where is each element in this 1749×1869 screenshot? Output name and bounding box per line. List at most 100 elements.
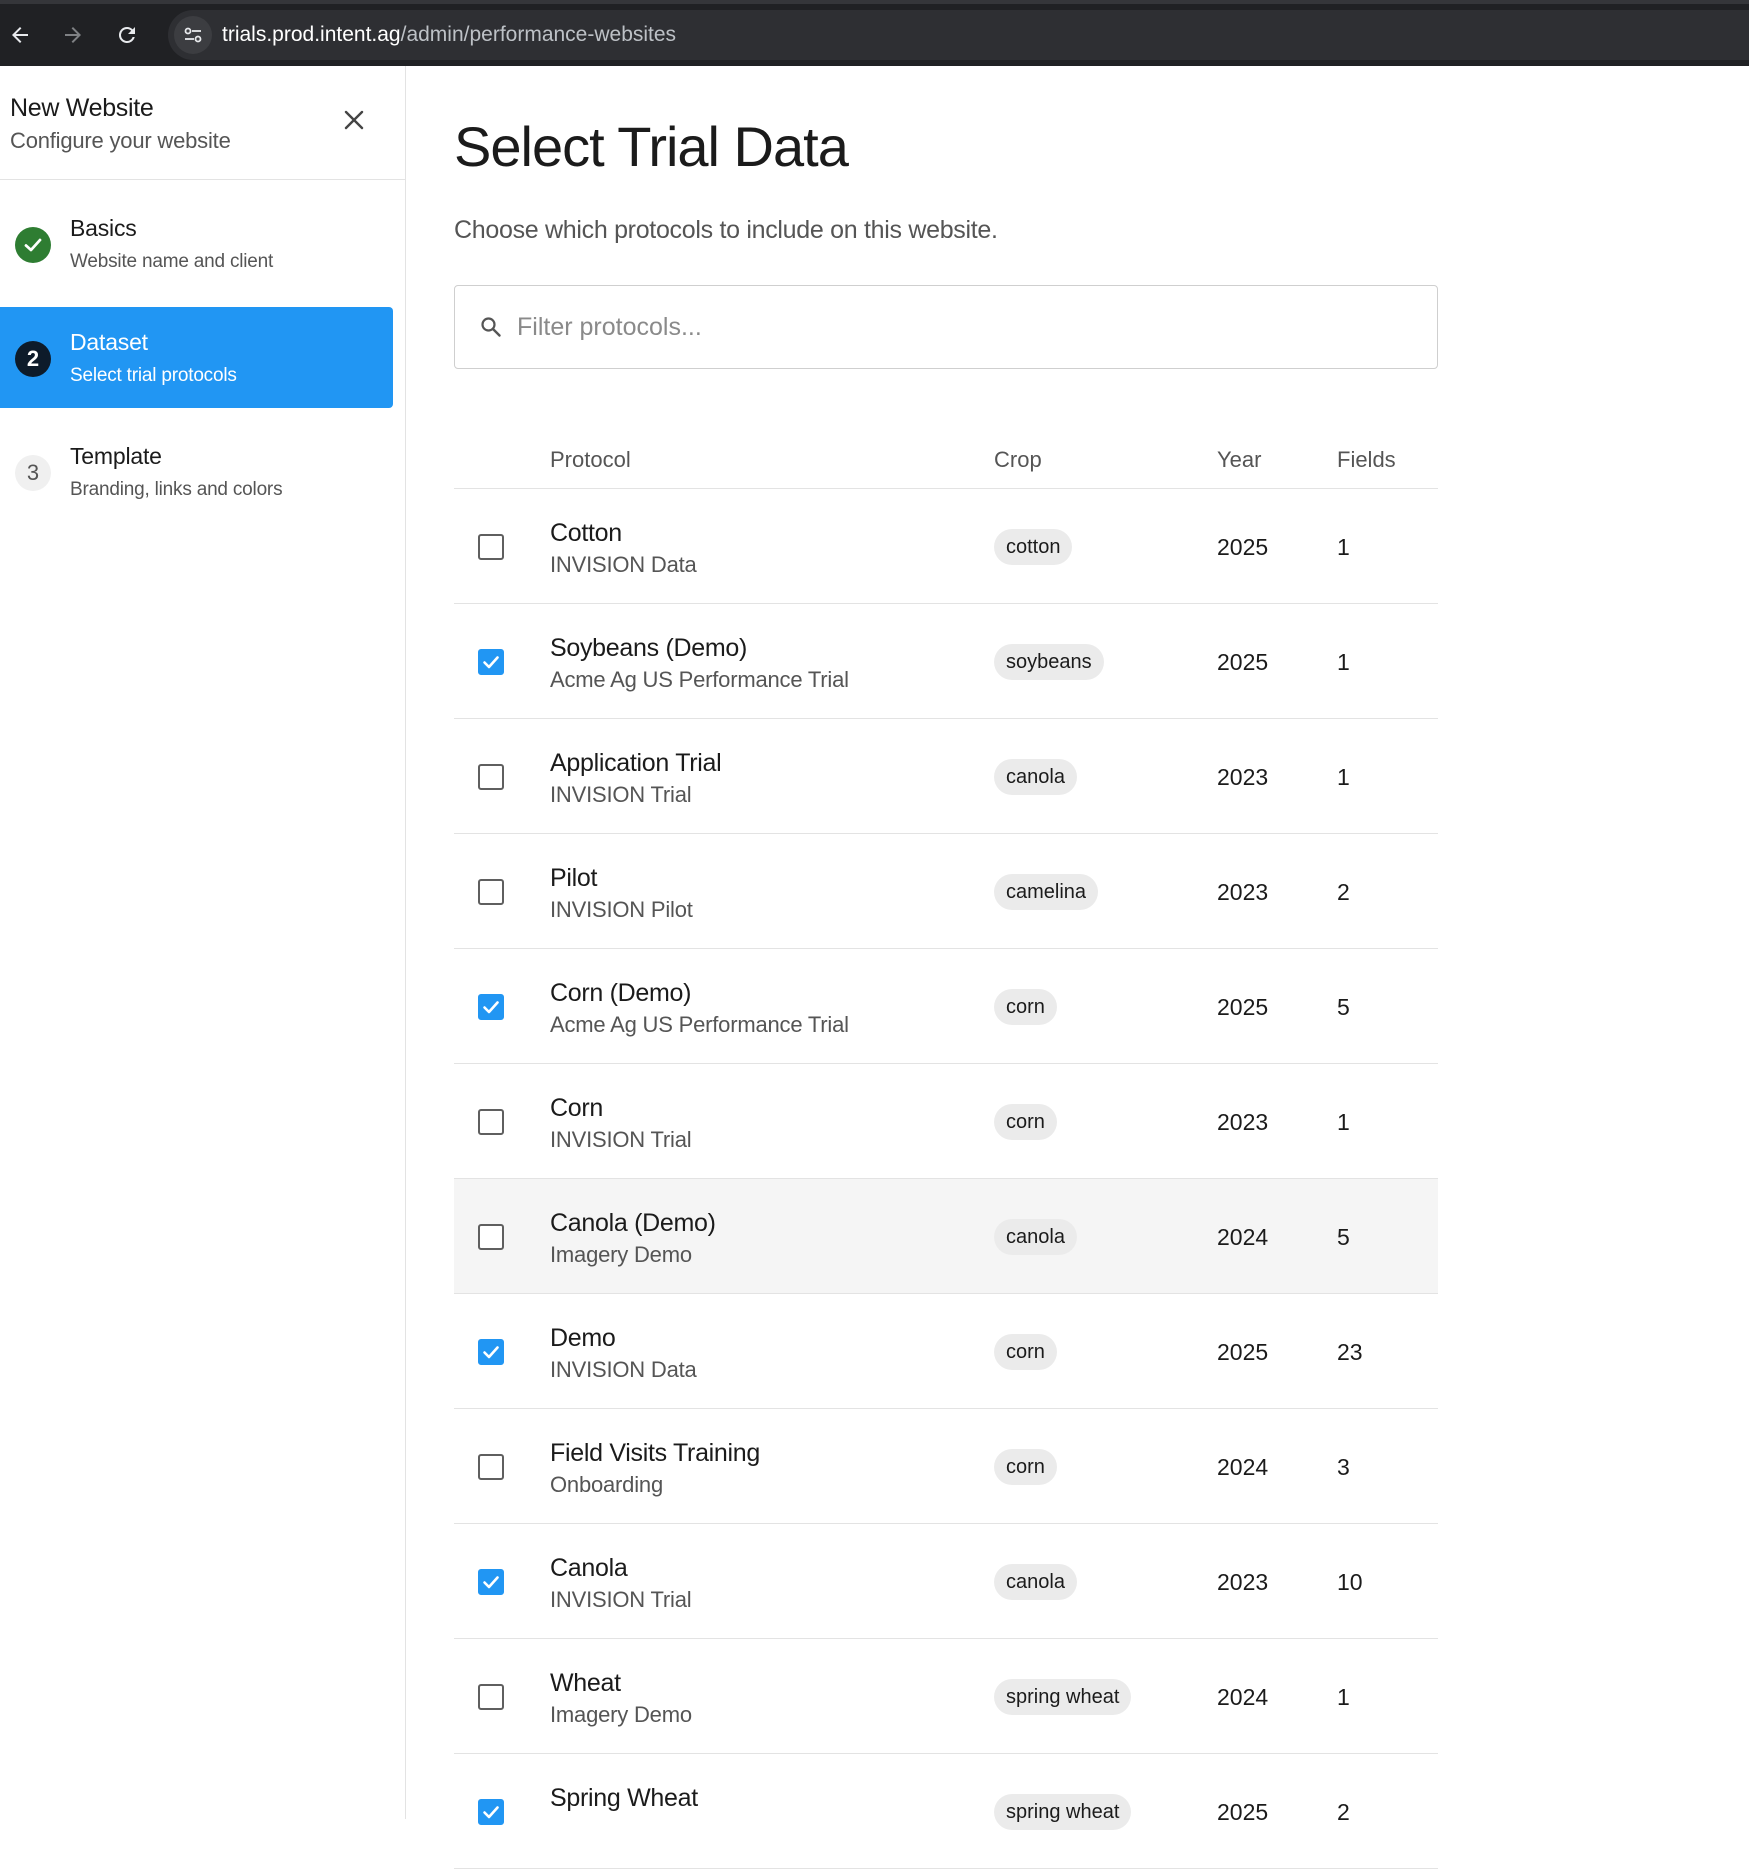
table-row[interactable]: Spring Wheat spring wheat 2025 2 <box>454 1754 1438 1869</box>
row-checkbox[interactable] <box>478 1109 504 1135</box>
step-title: Basics <box>70 215 137 241</box>
row-checkbox[interactable] <box>478 879 504 905</box>
filter-field[interactable] <box>454 285 1438 369</box>
protocol-name: Demo <box>550 1324 616 1352</box>
crop-chip: spring wheat <box>994 1794 1132 1830</box>
arrow-left-icon <box>12 27 28 43</box>
year-cell: 2024 <box>1217 1224 1269 1250</box>
fields-cell: 2 <box>1337 879 1350 905</box>
column-header-protocol[interactable]: Protocol <box>550 447 631 473</box>
sidebar-title: New Website <box>10 94 154 122</box>
protocol-name: Corn <box>550 1094 603 1122</box>
close-button[interactable] <box>338 104 370 136</box>
protocol-name: Soybeans (Demo) <box>550 634 747 662</box>
column-header-year[interactable]: Year <box>1217 447 1261 473</box>
protocol-name: Corn (Demo) <box>550 979 692 1007</box>
column-header-crop[interactable]: Crop <box>994 447 1042 473</box>
table-row[interactable]: Wheat Imagery Demo spring wheat 2024 1 <box>454 1639 1438 1754</box>
fields-cell: 2 <box>1337 1799 1350 1825</box>
step-template[interactable]: 3 Template Branding, links and colors <box>0 421 393 522</box>
table-row[interactable]: Cotton INVISION Data cotton 2025 1 <box>454 489 1438 604</box>
step-number-badge: 3 <box>15 455 51 491</box>
year-cell: 2025 <box>1217 1799 1269 1825</box>
protocol-organization: Acme Ag US Performance Trial <box>550 667 849 692</box>
year-cell: 2023 <box>1217 764 1269 790</box>
fields-cell: 10 <box>1337 1569 1363 1595</box>
row-checkbox[interactable] <box>478 1224 504 1250</box>
checkmark-icon <box>483 1576 499 1589</box>
year-cell: 2025 <box>1217 649 1269 675</box>
checkmark-icon <box>483 1001 499 1014</box>
column-header-fields[interactable]: Fields <box>1337 447 1396 473</box>
row-checkbox[interactable] <box>478 534 504 560</box>
table-row[interactable]: Corn (Demo) Acme Ag US Performance Trial c… <box>454 949 1438 1064</box>
forward-button[interactable] <box>55 17 91 53</box>
protocol-name: Canola <box>550 1554 628 1582</box>
crop-chip: corn <box>994 1449 1057 1485</box>
row-checkbox[interactable] <box>478 994 504 1020</box>
step-description: Branding, links and colors <box>70 479 283 500</box>
table-row[interactable]: Canola INVISION Trial canola 2023 10 <box>454 1524 1438 1639</box>
table-row[interactable]: Demo INVISION Data corn 2025 23 <box>454 1294 1438 1409</box>
table-row[interactable]: Soybeans (Demo) Acme Ag US Performance Tr… <box>454 604 1438 719</box>
protocol-name: Spring Wheat <box>550 1784 698 1812</box>
row-checkbox[interactable] <box>478 1569 504 1595</box>
table-row[interactable]: Field Visits Training Onboarding corn 2024 3 <box>454 1409 1438 1524</box>
fields-cell: 3 <box>1337 1454 1350 1480</box>
step-description: Select trial protocols <box>70 365 237 386</box>
protocol-name: Wheat <box>550 1669 621 1697</box>
fields-cell: 1 <box>1337 1109 1350 1135</box>
checkmark-icon <box>483 1346 499 1359</box>
row-checkbox[interactable] <box>478 1799 504 1825</box>
address-bar[interactable]: trials.prod.intent.ag/admin/performance-… <box>168 10 1749 60</box>
wizard-sidebar: New Website Configure your website Basic… <box>0 66 406 1819</box>
fields-cell: 5 <box>1337 1224 1350 1250</box>
search-icon <box>481 317 501 337</box>
sidebar-subtitle: Configure your website <box>10 128 231 153</box>
year-cell: 2025 <box>1217 534 1269 560</box>
protocol-organization: INVISION Trial <box>550 1127 692 1152</box>
checkmark-icon <box>483 1806 499 1819</box>
table-row[interactable]: Canola (Demo) Imagery Demo canola 2024 5 <box>454 1179 1438 1294</box>
table-body: Cotton INVISION Data cotton 2025 1 Soybeans (… <box>454 489 1438 1869</box>
year-cell: 2024 <box>1217 1684 1269 1710</box>
sidebar-header: New Website Configure your website <box>0 66 405 180</box>
step-title: Dataset <box>70 329 148 355</box>
fields-cell: 1 <box>1337 534 1350 560</box>
step-basics[interactable]: Basics Website name and client <box>0 193 393 294</box>
back-button[interactable] <box>2 17 38 53</box>
step-dataset[interactable]: 2 Dataset Select trial protocols <box>0 307 393 408</box>
protocol-name: Field Visits Training <box>550 1439 760 1467</box>
row-checkbox[interactable] <box>478 1339 504 1365</box>
url-host: trials.prod.intent.ag <box>222 23 401 46</box>
row-checkbox[interactable] <box>478 1454 504 1480</box>
crop-chip: corn <box>994 1334 1057 1370</box>
filter-input[interactable] <box>517 312 1417 342</box>
table-row[interactable]: Corn INVISION Trial corn 2023 1 <box>454 1064 1438 1179</box>
protocol-organization: INVISION Data <box>550 552 697 577</box>
crop-chip: canola <box>994 1219 1077 1255</box>
page-description: Choose which protocols to include on thi… <box>454 216 998 244</box>
table-row[interactable]: Application Trial INVISION Trial canola 202… <box>454 719 1438 834</box>
reload-button[interactable] <box>109 17 145 53</box>
row-checkbox[interactable] <box>478 764 504 790</box>
crop-chip: spring wheat <box>994 1679 1132 1715</box>
protocol-organization: Acme Ag US Performance Trial <box>550 1012 849 1037</box>
browser-toolbar: trials.prod.intent.ag/admin/performance-… <box>0 0 1749 66</box>
crop-chip: canola <box>994 759 1077 795</box>
row-checkbox[interactable] <box>478 649 504 675</box>
table-header: Protocol Crop Year Fields <box>454 421 1438 489</box>
protocol-organization: INVISION Trial <box>550 1587 692 1612</box>
page-title: Select Trial Data <box>454 115 849 178</box>
site-info-icon[interactable] <box>174 16 212 54</box>
crop-chip: corn <box>994 1104 1057 1140</box>
year-cell: 2023 <box>1217 1109 1269 1135</box>
fields-cell: 5 <box>1337 994 1350 1020</box>
table-row[interactable]: Pilot INVISION Pilot camelina 2023 2 <box>454 834 1438 949</box>
row-checkbox[interactable] <box>478 1684 504 1710</box>
year-cell: 2023 <box>1217 879 1269 905</box>
close-icon <box>344 110 364 130</box>
protocol-organization: INVISION Trial <box>550 782 692 807</box>
main-content: Select Trial Data Choose which protocols… <box>406 66 1749 1869</box>
year-cell: 2025 <box>1217 1339 1269 1365</box>
